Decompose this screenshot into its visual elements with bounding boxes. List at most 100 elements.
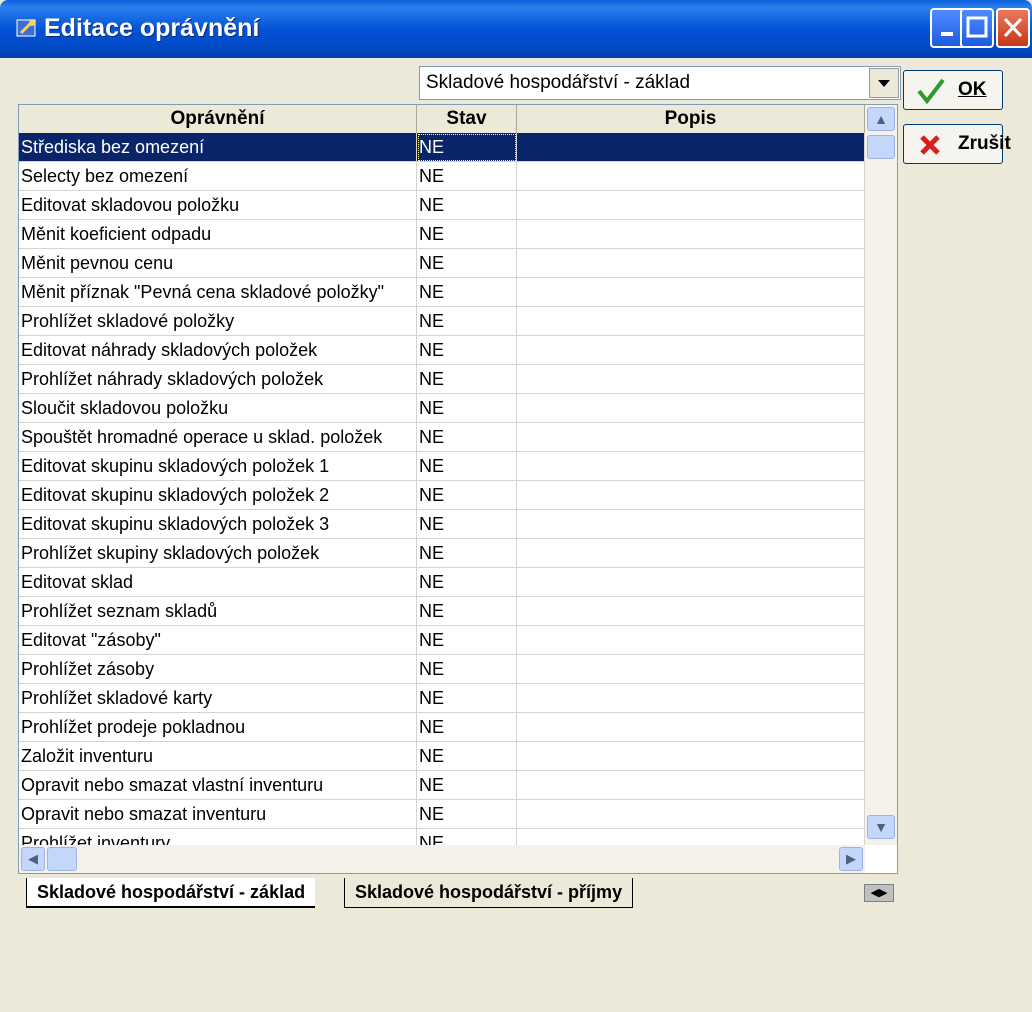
- table-row[interactable]: Prohlížet náhrady skladových položek NE: [19, 365, 865, 394]
- state-cell[interactable]: NE: [417, 539, 517, 568]
- permission-cell[interactable]: Měnit pevnou cenu: [19, 249, 417, 278]
- state-cell[interactable]: NE: [417, 771, 517, 800]
- state-cell[interactable]: NE: [417, 133, 517, 162]
- table-row[interactable]: Měnit pevnou cenu NE: [19, 249, 865, 278]
- table-row[interactable]: Založit inventuru NE: [19, 742, 865, 771]
- state-cell[interactable]: NE: [417, 249, 517, 278]
- permission-cell[interactable]: Prohlížet náhrady skladových položek: [19, 365, 417, 394]
- permission-cell[interactable]: Editovat skladovou položku: [19, 191, 417, 220]
- table-row[interactable]: Sloučit skladovou položku NE: [19, 394, 865, 423]
- table-row[interactable]: Editovat skupinu skladových položek 1 NE: [19, 452, 865, 481]
- description-cell[interactable]: [517, 713, 865, 742]
- horizontal-scrollbar[interactable]: ◀ ▶: [19, 845, 865, 873]
- permission-cell[interactable]: Opravit nebo smazat inventuru: [19, 800, 417, 829]
- description-cell[interactable]: [517, 365, 865, 394]
- description-cell[interactable]: [517, 510, 865, 539]
- category-select[interactable]: Skladové hospodářství - základ: [419, 66, 901, 100]
- permission-cell[interactable]: Prohlížet skladové položky: [19, 307, 417, 336]
- state-cell[interactable]: NE: [417, 510, 517, 539]
- state-cell[interactable]: NE: [417, 191, 517, 220]
- state-cell[interactable]: NE: [417, 742, 517, 771]
- hscroll-thumb[interactable]: [47, 847, 77, 871]
- vertical-scrollbar[interactable]: ▲ ▼: [865, 105, 897, 845]
- state-cell[interactable]: NE: [417, 481, 517, 510]
- description-cell[interactable]: [517, 655, 865, 684]
- permissions-grid[interactable]: Oprávnění Stav Popis Střediska bez omeze…: [18, 104, 898, 874]
- scroll-thumb[interactable]: [867, 135, 895, 159]
- description-cell[interactable]: [517, 336, 865, 365]
- permission-cell[interactable]: Editovat "zásoby": [19, 626, 417, 655]
- permission-cell[interactable]: Editovat sklad: [19, 568, 417, 597]
- table-row[interactable]: Prohlížet zásoby NE: [19, 655, 865, 684]
- table-row[interactable]: Prohlížet skladové karty NE: [19, 684, 865, 713]
- description-cell[interactable]: [517, 191, 865, 220]
- description-cell[interactable]: [517, 481, 865, 510]
- table-row[interactable]: Editovat skupinu skladových položek 3 NE: [19, 510, 865, 539]
- state-cell[interactable]: NE: [417, 800, 517, 829]
- table-row[interactable]: Prohlížet skladové položky NE: [19, 307, 865, 336]
- scroll-down-icon[interactable]: ▼: [867, 815, 895, 839]
- scroll-up-icon[interactable]: ▲: [867, 107, 895, 131]
- permission-cell[interactable]: Měnit příznak "Pevná cena skladové polož…: [19, 278, 417, 307]
- permission-cell[interactable]: Prohlížet seznam skladů: [19, 597, 417, 626]
- description-cell[interactable]: [517, 394, 865, 423]
- description-cell[interactable]: [517, 626, 865, 655]
- chevron-down-icon[interactable]: [869, 68, 899, 98]
- description-cell[interactable]: [517, 539, 865, 568]
- description-cell[interactable]: [517, 249, 865, 278]
- state-cell[interactable]: NE: [417, 713, 517, 742]
- description-cell[interactable]: [517, 220, 865, 249]
- description-cell[interactable]: [517, 162, 865, 191]
- table-row[interactable]: Editovat "zásoby" NE: [19, 626, 865, 655]
- state-cell[interactable]: NE: [417, 597, 517, 626]
- column-header-description[interactable]: Popis: [517, 105, 865, 133]
- state-cell[interactable]: NE: [417, 220, 517, 249]
- state-cell[interactable]: NE: [417, 423, 517, 452]
- permission-cell[interactable]: Prohlížet prodeje pokladnou: [19, 713, 417, 742]
- permission-cell[interactable]: Editovat skupinu skladových položek 3: [19, 510, 417, 539]
- description-cell[interactable]: [517, 800, 865, 829]
- title-bar[interactable]: Editace oprávnění: [0, 0, 1032, 58]
- table-row[interactable]: Opravit nebo smazat inventuru NE: [19, 800, 865, 829]
- description-cell[interactable]: [517, 423, 865, 452]
- state-cell[interactable]: NE: [417, 307, 517, 336]
- table-row[interactable]: Měnit příznak "Pevná cena skladové polož…: [19, 278, 865, 307]
- state-cell[interactable]: NE: [417, 568, 517, 597]
- table-row[interactable]: Opravit nebo smazat vlastní inventuru NE: [19, 771, 865, 800]
- permission-cell[interactable]: Editovat skupinu skladových položek 1: [19, 452, 417, 481]
- state-cell[interactable]: NE: [417, 626, 517, 655]
- description-cell[interactable]: [517, 568, 865, 597]
- column-header-state[interactable]: Stav: [417, 105, 517, 133]
- description-cell[interactable]: [517, 771, 865, 800]
- permission-cell[interactable]: Založit inventuru: [19, 742, 417, 771]
- state-cell[interactable]: NE: [417, 452, 517, 481]
- table-row[interactable]: Prohlížet skupiny skladových položek NE: [19, 539, 865, 568]
- state-cell[interactable]: NE: [417, 655, 517, 684]
- description-cell[interactable]: [517, 133, 865, 162]
- table-row[interactable]: Střediska bez omezení NE: [19, 133, 865, 162]
- table-row[interactable]: Prohlížet prodeje pokladnou NE: [19, 713, 865, 742]
- cancel-button[interactable]: Zrušit: [903, 124, 1011, 164]
- permission-cell[interactable]: Selecty bez omezení: [19, 162, 417, 191]
- scroll-right-icon[interactable]: ▶: [839, 847, 863, 871]
- tab-sklad-zaklad[interactable]: Skladové hospodářství - základ: [26, 878, 316, 908]
- description-cell[interactable]: [517, 597, 865, 626]
- permission-cell[interactable]: Editovat skupinu skladových položek 2: [19, 481, 417, 510]
- table-row[interactable]: Spouštět hromadné operace u sklad. polož…: [19, 423, 865, 452]
- column-header-permission[interactable]: Oprávnění: [19, 105, 417, 133]
- permission-cell[interactable]: Opravit nebo smazat vlastní inventuru: [19, 771, 417, 800]
- permission-cell[interactable]: Prohlížet zásoby: [19, 655, 417, 684]
- tab-scroll-icon[interactable]: ◀▶: [864, 884, 894, 902]
- table-row[interactable]: Editovat skladovou položku NE: [19, 191, 865, 220]
- state-cell[interactable]: NE: [417, 278, 517, 307]
- permission-cell[interactable]: Prohlížet skupiny skladových položek: [19, 539, 417, 568]
- table-row[interactable]: Selecty bez omezení NE: [19, 162, 865, 191]
- state-cell[interactable]: NE: [417, 336, 517, 365]
- description-cell[interactable]: [517, 742, 865, 771]
- state-cell[interactable]: NE: [417, 365, 517, 394]
- state-cell[interactable]: NE: [417, 162, 517, 191]
- tab-sklad-prijmy[interactable]: Skladové hospodářství - příjmy: [344, 878, 634, 908]
- table-row[interactable]: Editovat sklad NE: [19, 568, 865, 597]
- close-button[interactable]: [996, 8, 1030, 48]
- table-row[interactable]: Editovat skupinu skladových položek 2 NE: [19, 481, 865, 510]
